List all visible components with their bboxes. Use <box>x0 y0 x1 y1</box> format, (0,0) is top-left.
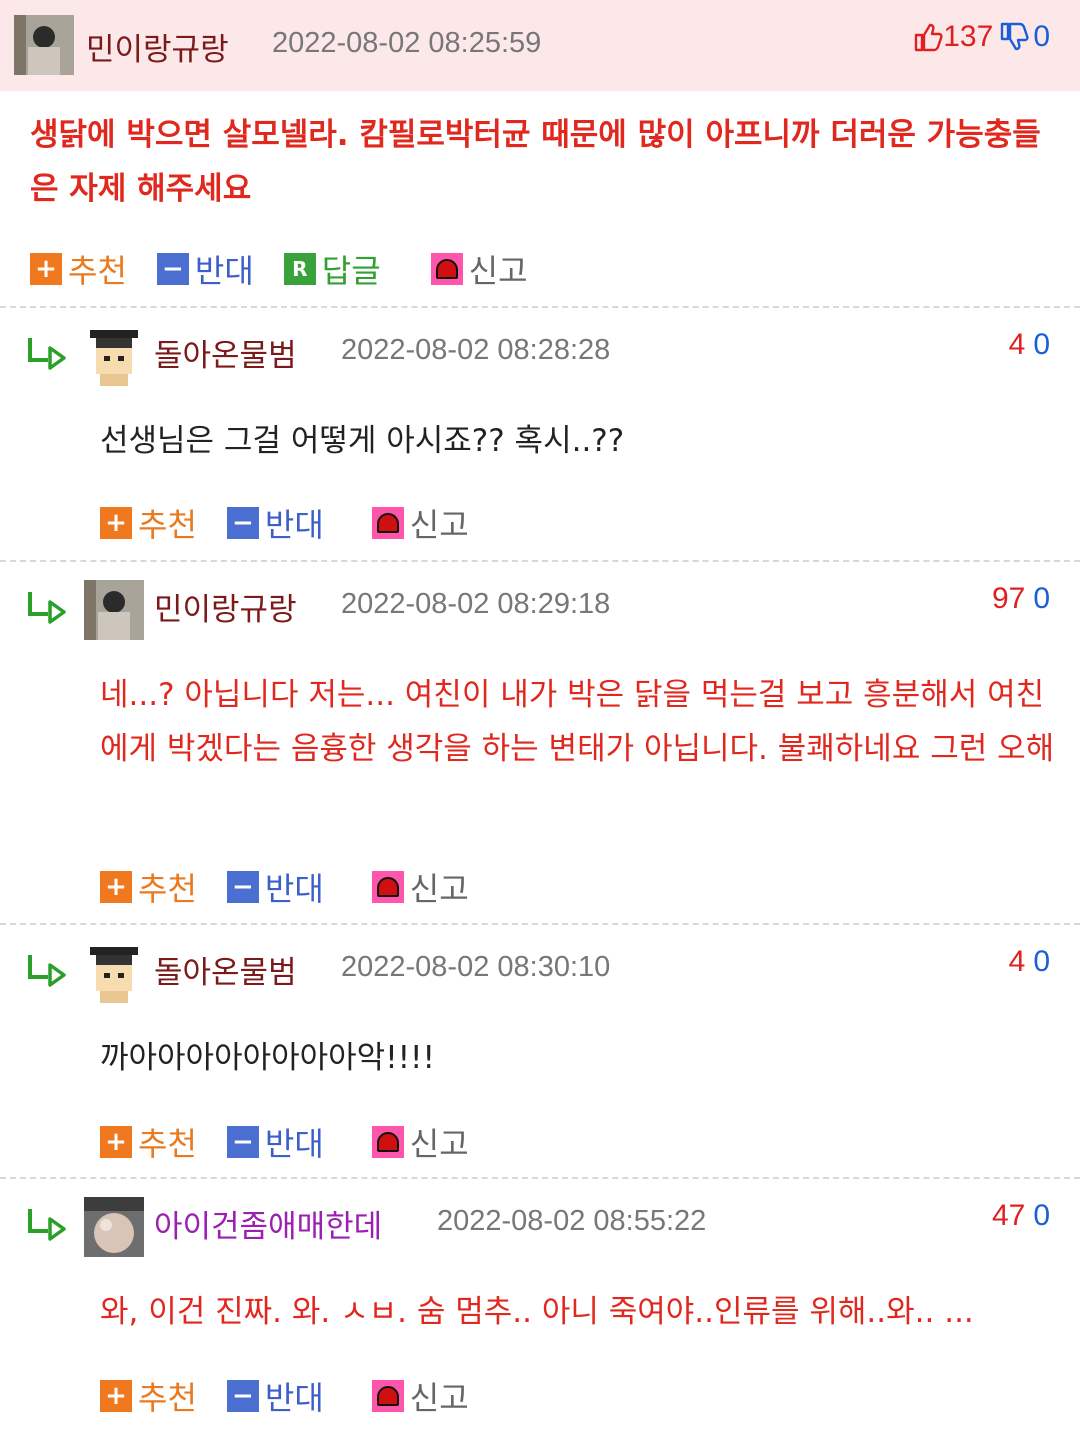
thumbs-up-icon[interactable] <box>913 22 943 52</box>
comment-body: 까아아아아아아아아악!!!! <box>100 1040 435 1076</box>
report-button[interactable]: 신고 <box>371 1373 469 1419</box>
comment-body: 선생님은 그걸 어떻게 아시죠?? 혹시..?? <box>100 423 625 459</box>
recommend-button[interactable]: + 추천 <box>100 500 197 546</box>
oppose-button[interactable]: − 반대 <box>226 864 324 910</box>
reply-arrow-icon <box>28 955 66 987</box>
downvote-count: 0 <box>1033 328 1050 361</box>
minus-icon: − <box>226 1126 259 1158</box>
comment-actions: + 추천 − 반대 신고 <box>100 864 499 910</box>
upvote-count: 97 <box>991 582 1026 615</box>
reply-arrow-icon <box>28 592 66 624</box>
vote-counts: 40 <box>1009 328 1050 362</box>
siren-icon <box>430 253 463 285</box>
minus-icon: − <box>226 871 259 903</box>
timestamp: 2022-08-02 08:55:22 <box>437 1205 707 1237</box>
comment-actions: + 추천 − 반대 신고 <box>100 500 499 546</box>
timestamp: 2022-08-02 08:30:10 <box>341 951 611 983</box>
plus-icon: + <box>100 1126 132 1158</box>
reply-arrow-icon <box>28 338 66 370</box>
oppose-button[interactable]: − 반대 <box>156 246 254 292</box>
recommend-button[interactable]: + 추천 <box>100 1119 197 1165</box>
nickname[interactable]: 돌아온물범 <box>154 330 297 375</box>
timestamp: 2022-08-02 08:25:59 <box>272 27 542 59</box>
timestamp: 2022-08-02 08:29:18 <box>341 588 611 620</box>
recommend-button[interactable]: + 추천 <box>100 864 197 910</box>
oppose-button[interactable]: − 반대 <box>226 1119 324 1165</box>
vote-counts: 97 0 <box>992 582 1050 616</box>
nickname[interactable]: 민이랑규랑 <box>154 584 297 629</box>
avatar[interactable] <box>84 1197 144 1257</box>
vote-counts: 137 0 <box>913 20 1050 54</box>
recommend-button[interactable]: + 추천 <box>30 246 127 292</box>
reply-comment: 아이건좀애매한데 2022-08-02 08:55:22 47 0 와, 이건 진… <box>0 1181 1080 1438</box>
comment-body: 네...? 아닙니다 저는... 여친이 내가 박은 닭을 먹는걸 보고 흥분해… <box>100 677 1055 767</box>
minus-icon: − <box>156 253 189 285</box>
minus-icon: − <box>226 1380 259 1412</box>
vote-counts: 47 0 <box>992 1199 1050 1233</box>
minus-icon: − <box>226 507 259 539</box>
plus-icon: + <box>30 253 62 285</box>
oppose-button[interactable]: − 반대 <box>226 500 324 546</box>
downvote-count: 0 <box>1033 20 1050 53</box>
nickname[interactable]: 민이랑규랑 <box>86 24 229 69</box>
report-button[interactable]: 신고 <box>430 246 528 292</box>
avatar[interactable] <box>84 943 144 1003</box>
avatar[interactable] <box>84 326 144 386</box>
downvote-count: 0 <box>1033 1199 1050 1232</box>
report-button[interactable]: 신고 <box>371 1119 469 1165</box>
top-comment: 민이랑규랑 2022-08-02 08:25:59 137 0 생닭에 박으면 … <box>0 0 1080 308</box>
nickname[interactable]: 아이건좀애매한데 <box>154 1201 382 1246</box>
thumbs-down-icon[interactable] <box>999 22 1029 52</box>
report-button[interactable]: 신고 <box>371 864 469 910</box>
recommend-button[interactable]: + 추천 <box>100 1373 197 1419</box>
comment-body: 생닭에 박으면 살모넬라. 캄필로박터균 때문에 많이 아프니까 더러운 가능충… <box>30 117 1041 207</box>
plus-icon: + <box>100 1380 132 1412</box>
downvote-count: 0 <box>1033 582 1050 615</box>
avatar[interactable] <box>84 580 144 640</box>
comment-header: 민이랑규랑 2022-08-02 08:25:59 137 0 <box>0 0 1080 91</box>
oppose-button[interactable]: − 반대 <box>226 1373 324 1419</box>
reply-icon: R <box>283 253 316 285</box>
comment-body: 와, 이건 진짜. 와. ㅅㅂ. 숨 멈추.. 아니 죽여야..인류를 위해..… <box>100 1294 974 1330</box>
comment-actions: + 추천 − 반대 R 답글 신고 <box>30 246 558 292</box>
report-button[interactable]: 신고 <box>371 500 469 546</box>
siren-icon <box>371 1126 404 1158</box>
downvote-count: 0 <box>1033 945 1050 978</box>
nickname[interactable]: 돌아온물범 <box>154 947 297 992</box>
vote-counts: 40 <box>1009 945 1050 979</box>
reply-button[interactable]: R 답글 <box>283 246 381 292</box>
avatar[interactable] <box>14 15 74 75</box>
reply-comment: 돌아온물범 2022-08-02 08:30:10 40 까아아아아아아아아악!… <box>0 927 1080 1179</box>
upvote-count: 4 <box>1008 945 1026 978</box>
upvote-count: 47 <box>991 1199 1026 1232</box>
siren-icon <box>371 507 404 539</box>
comment-actions: + 추천 − 반대 신고 <box>100 1119 499 1165</box>
upvote-count: 137 <box>943 20 994 53</box>
comment-actions: + 추천 − 반대 신고 <box>100 1373 499 1419</box>
reply-comment: 돌아온물범 2022-08-02 08:28:28 40 선생님은 그걸 어떻게… <box>0 310 1080 562</box>
plus-icon: + <box>100 871 132 903</box>
reply-arrow-icon <box>28 1209 66 1241</box>
reply-comment: 민이랑규랑 2022-08-02 08:29:18 97 0 네...? 아닙니다… <box>0 564 1080 925</box>
siren-icon <box>371 1380 404 1412</box>
timestamp: 2022-08-02 08:28:28 <box>341 334 611 366</box>
upvote-count: 4 <box>1008 328 1026 361</box>
plus-icon: + <box>100 507 132 539</box>
siren-icon <box>371 871 404 903</box>
